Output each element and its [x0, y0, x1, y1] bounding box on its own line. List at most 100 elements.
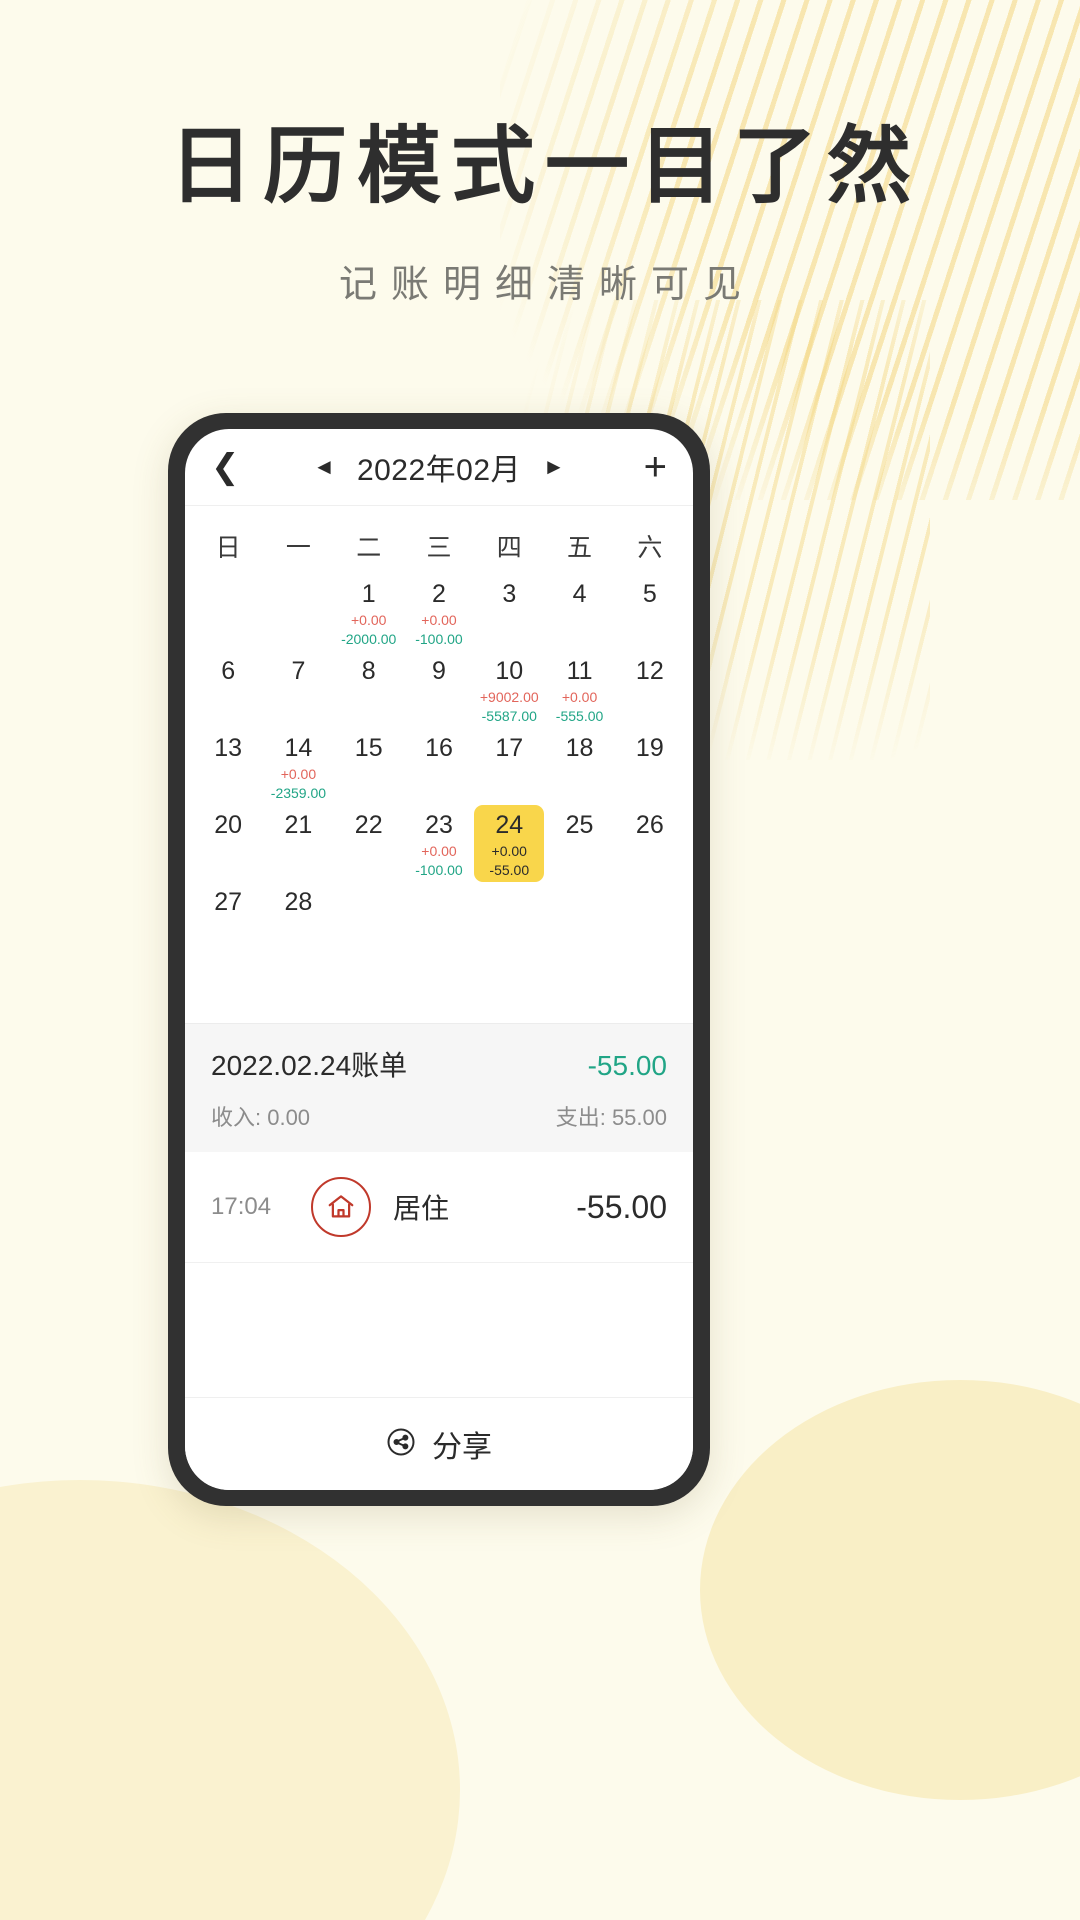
weekday-label: 一: [285, 534, 311, 562]
calendar-day-cell[interactable]: 6: [193, 651, 263, 728]
calendar-day-income: +0.00: [491, 843, 527, 860]
calendar-day-income: +0.00: [421, 612, 457, 629]
calendar-day-number: 14: [284, 734, 313, 762]
calendar-day-cell[interactable]: 18: [544, 728, 614, 805]
calendar-grid: 1 +0.00 -2000.00 2 +0.00 -100.00 3 4 5 6 7 8 9 10 +900…: [185, 570, 693, 959]
calendar-day-cell[interactable]: 14 +0.00 -2359.00: [263, 728, 333, 805]
summary-title: 2022.02.24账单: [211, 1050, 408, 1081]
calendar-day-cell[interactable]: 21: [263, 805, 333, 882]
calendar-day-cell[interactable]: 7: [263, 651, 333, 728]
calendar-day-cell[interactable]: 8: [334, 651, 404, 728]
calendar-day-income: +0.00: [280, 766, 317, 783]
calendar-day-number: 3: [502, 580, 517, 608]
calendar-day-number: 15: [354, 734, 383, 762]
calendar-day-expense: -55.00: [489, 862, 530, 879]
summary-bottom-row: 收入: 0.00 支出: 55.00: [211, 1100, 667, 1132]
app-navbar: ❮ ◄ 2022年02月 ► +: [185, 429, 693, 506]
calendar-day-number: 26: [635, 811, 664, 839]
calendar-day-cell[interactable]: 11 +0.00 -555.00: [544, 651, 614, 728]
calendar-day-cell[interactable]: 25: [544, 805, 614, 882]
plus-icon[interactable]: +: [621, 447, 667, 487]
transaction-time: 17:04: [211, 1193, 272, 1220]
calendar-day-number: 25: [565, 811, 594, 839]
phone-screen: ❮ ◄ 2022年02月 ► + 日 一 二 三 四 五 六 1 +0.00 -20…: [185, 429, 693, 1490]
share-button[interactable]: 分享: [185, 1397, 693, 1490]
summary-top-row: 2022.02.24账单 -55.00: [211, 1044, 667, 1084]
calendar-day-number: 16: [425, 734, 453, 762]
month-navigator: ◄ 2022年02月 ►: [257, 445, 621, 489]
calendar-bottom-spacer: [185, 959, 693, 1023]
calendar-day-cell[interactable]: 5: [615, 574, 685, 651]
weekday-label: 日: [215, 534, 241, 562]
share-icon: [386, 1427, 416, 1462]
calendar-day-cell[interactable]: 23 +0.00 -100.00: [404, 805, 474, 882]
calendar-day-expense: -2000.00: [341, 631, 397, 648]
weekday-header: 日 一 二 三 四 五 六: [185, 506, 693, 570]
calendar-day-cell[interactable]: 16: [404, 728, 474, 805]
calendar-day-expense: -2359.00: [270, 785, 327, 802]
house-icon: [311, 1177, 371, 1237]
calendar-week-row: 6 7 8 9 10 +9002.00 -5587.00 11 +0.00 -555.00 12: [193, 651, 685, 728]
transaction-amount: -55.00: [576, 1188, 667, 1225]
calendar-day-expense: -5587.00: [481, 708, 537, 725]
weekday-label: 三: [426, 534, 452, 562]
transaction-list: 17:04 居住 -55.00: [185, 1152, 693, 1397]
transaction-row[interactable]: 17:04 居住 -55.00: [185, 1152, 693, 1263]
calendar-day-number: 27: [214, 888, 243, 916]
triangle-left-icon[interactable]: ◄: [313, 456, 335, 478]
calendar-day-number: 2: [432, 580, 446, 608]
calendar-day-number: 13: [214, 734, 243, 762]
calendar-day-cell[interactable]: 13: [193, 728, 263, 805]
calendar-day-number: 21: [284, 811, 313, 839]
calendar-day-cell[interactable]: 20: [193, 805, 263, 882]
calendar-day-cell[interactable]: 3: [474, 574, 544, 651]
calendar-day-cell[interactable]: 24 +0.00 -55.00: [474, 805, 545, 882]
phone-frame: ❮ ◄ 2022年02月 ► + 日 一 二 三 四 五 六 1 +0.00 -20…: [168, 413, 710, 1506]
calendar-week-row: 20 21 22 23 +0.00 -100.00 24 +0.00 -55.00 25 26: [193, 805, 685, 882]
calendar-day-cell[interactable]: 9: [404, 651, 474, 728]
calendar-day-income: +0.00: [421, 843, 457, 860]
calendar-day-number: 19: [635, 734, 664, 762]
share-label: 分享: [432, 1431, 492, 1464]
calendar-day-expense: -100.00: [415, 631, 463, 648]
calendar-day-cell[interactable]: 12: [615, 651, 685, 728]
calendar-week-row: 13 14 +0.00 -2359.00 15 16 17 18 19: [193, 728, 685, 805]
calendar-day-number: 7: [291, 657, 306, 685]
calendar-day-number: 17: [495, 734, 524, 762]
background-blob-bottom-right: [700, 1380, 1080, 1800]
calendar-day-cell[interactable]: 27: [193, 882, 263, 959]
calendar-week-row: 1 +0.00 -2000.00 2 +0.00 -100.00 3 4 5: [193, 574, 685, 651]
summary-income: 收入: 0.00: [211, 1105, 311, 1130]
calendar-day-cell[interactable]: 26: [615, 805, 685, 882]
calendar-day-cell[interactable]: 22: [334, 805, 404, 882]
summary-total: -55.00: [587, 1050, 667, 1081]
transaction-category: 居住: [393, 1193, 450, 1224]
chevron-left-icon[interactable]: ❮: [211, 450, 257, 484]
calendar-day-number: 1: [361, 580, 376, 608]
background-blob-bottom-left: [0, 1480, 460, 1920]
calendar-day-number: 20: [214, 811, 243, 839]
calendar-day-number: 23: [425, 811, 453, 839]
calendar-day-number: 28: [284, 888, 313, 916]
triangle-right-icon[interactable]: ►: [543, 456, 565, 478]
calendar-day-income: +9002.00: [479, 689, 539, 706]
weekday-label: 二: [356, 534, 382, 562]
page-title: 日历模式一目了然: [168, 121, 921, 214]
calendar-day-number: 8: [361, 657, 376, 685]
calendar-day-cell[interactable]: 19: [615, 728, 685, 805]
calendar-day-number: 22: [354, 811, 383, 839]
month-label[interactable]: 2022年02月: [357, 445, 521, 489]
calendar-day-cell[interactable]: 15: [334, 728, 404, 805]
calendar-day-cell[interactable]: 10 +9002.00 -5587.00: [474, 651, 544, 728]
weekday-label: 六: [637, 534, 663, 562]
calendar-day-cell[interactable]: 4: [544, 574, 614, 651]
calendar-day-cell[interactable]: 2 +0.00 -100.00: [404, 574, 474, 651]
calendar-day-expense: -100.00: [415, 862, 463, 879]
calendar-day-cell[interactable]: 1 +0.00 -2000.00: [334, 574, 404, 651]
calendar-day-cell[interactable]: 28: [263, 882, 333, 959]
calendar-day-income: +0.00: [350, 612, 387, 629]
summary-expense: 支出: 55.00: [555, 1105, 667, 1130]
calendar-day-cell[interactable]: 17: [474, 728, 544, 805]
calendar-day-number: 24: [495, 811, 524, 839]
calendar-day-income: +0.00: [561, 689, 598, 706]
